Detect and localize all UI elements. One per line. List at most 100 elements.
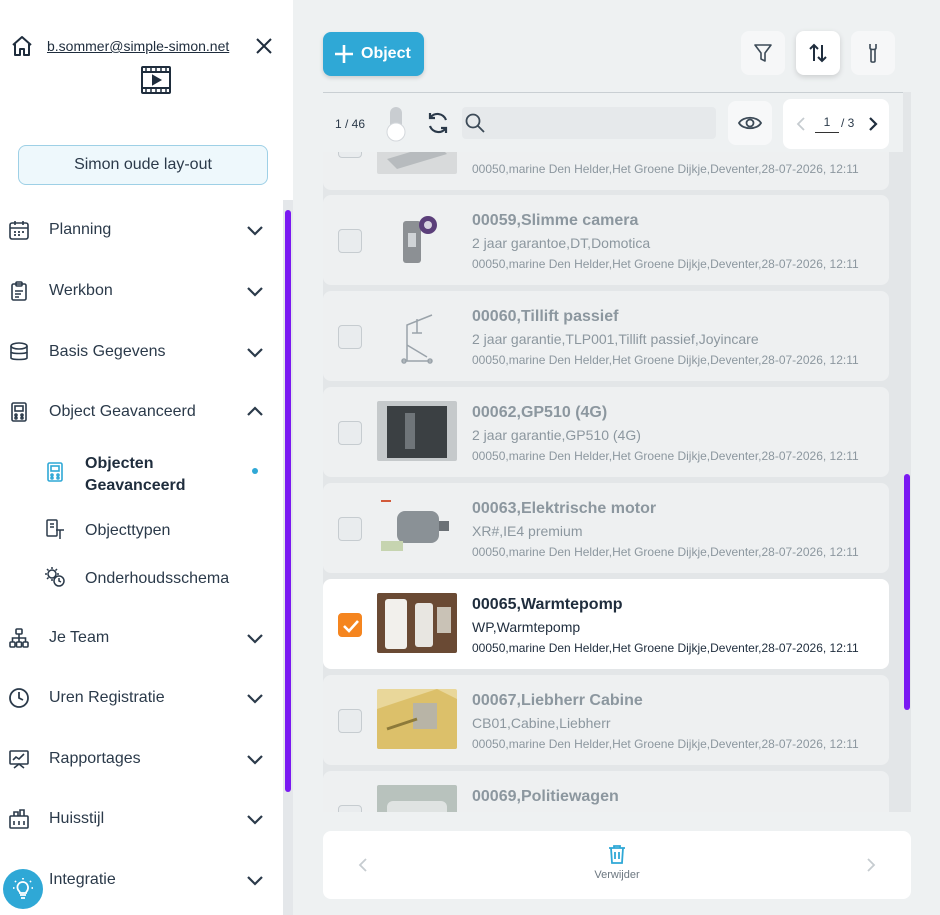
list-item[interactable]: 00059,Slimme camera 2 jaar garantoe,DT,D… bbox=[323, 195, 889, 285]
object-icon bbox=[47, 462, 63, 482]
row-subtitle: 2 jaar garantie,TLP001,Tillift passief,J… bbox=[472, 331, 759, 347]
sidebar-item-label: Huisstijl bbox=[49, 810, 105, 827]
row-checkbox[interactable] bbox=[338, 325, 362, 349]
calendar-icon bbox=[9, 221, 29, 240]
object-thumbnail bbox=[377, 209, 457, 269]
sidebar-scrollbar[interactable] bbox=[283, 200, 293, 915]
sidebar-item-uren-registratie[interactable]: Uren Registratie bbox=[0, 678, 283, 718]
row-title: 00059,Slimme camera bbox=[472, 212, 639, 229]
search-icon bbox=[465, 113, 485, 133]
sidebar-item-planning[interactable]: Planning bbox=[0, 210, 283, 250]
sidebar-item-je-team[interactable]: Je Team bbox=[0, 618, 283, 658]
list-item[interactable]: 00063,Elektrische motor XR#,IE4 premium … bbox=[323, 483, 889, 573]
user-email-link[interactable]: b.sommer@simple-simon.net bbox=[47, 38, 229, 54]
tools-button[interactable] bbox=[851, 31, 895, 75]
list-item[interactable]: 00069,Politiewagen bbox=[323, 771, 889, 812]
video-icon[interactable] bbox=[140, 64, 172, 96]
row-subtitle: XR#,IE4 premium bbox=[472, 523, 583, 539]
chevron-left-icon[interactable] bbox=[793, 114, 809, 134]
database-icon bbox=[10, 342, 28, 361]
help-button[interactable] bbox=[3, 869, 43, 909]
object-list-panel: 1 / 46 1 / 3 00050,marine Den Helder,Het… bbox=[323, 92, 911, 812]
search-input[interactable] bbox=[462, 107, 716, 139]
row-meta: 00050,marine Den Helder,Het Groene Dijkj… bbox=[472, 545, 859, 559]
clock-icon bbox=[9, 688, 29, 708]
select-all-toggle[interactable] bbox=[386, 107, 406, 143]
row-checkbox[interactable] bbox=[338, 709, 362, 733]
maintenance-schedule-icon bbox=[45, 567, 65, 587]
sidebar-subitem-label: Objecten Geavanceerd bbox=[85, 455, 186, 494]
row-title: 00065,Warmtepomp bbox=[472, 596, 623, 613]
sidebar-header: b.sommer@simple-simon.net Simon oude lay… bbox=[0, 0, 293, 200]
action-bar: Verwijder bbox=[323, 831, 911, 899]
wrench-icon bbox=[869, 44, 877, 63]
filter-button[interactable] bbox=[741, 31, 785, 75]
row-title: 00062,GP510 (4G) bbox=[472, 404, 608, 421]
object-icon bbox=[11, 402, 27, 422]
chevron-down-icon bbox=[247, 226, 263, 236]
refresh-icon[interactable] bbox=[425, 110, 451, 136]
close-icon[interactable] bbox=[252, 34, 276, 58]
delete-button[interactable]: Verwijder bbox=[585, 843, 649, 889]
sidebar-subitem-onderhoudsschema[interactable]: Onderhoudsschema bbox=[40, 566, 280, 590]
list-item[interactable]: 00050,marine Den Helder,Het Groene Dijkj… bbox=[323, 152, 889, 190]
lightbulb-icon bbox=[13, 878, 33, 899]
chevron-down-icon bbox=[247, 694, 263, 704]
filter-icon bbox=[754, 44, 772, 62]
row-checkbox[interactable] bbox=[338, 152, 362, 158]
sort-button[interactable] bbox=[796, 31, 840, 75]
sidebar-subitem-objecttypen[interactable]: Objecttypen bbox=[40, 518, 280, 542]
plus-icon bbox=[335, 45, 353, 63]
chevron-down-icon bbox=[247, 815, 263, 825]
sidebar-item-label: Integratie bbox=[49, 871, 116, 888]
row-checkbox[interactable] bbox=[338, 517, 362, 541]
delete-label: Verwijder bbox=[594, 869, 640, 881]
sidebar-item-basis-gegevens[interactable]: Basis Gegevens bbox=[0, 332, 283, 372]
visibility-button[interactable] bbox=[728, 101, 772, 145]
selection-count: 1 / 46 bbox=[335, 117, 366, 131]
list-item[interactable]: 00067,Liebherr Cabine CB01,Cabine,Liebhe… bbox=[323, 675, 889, 765]
row-checkbox[interactable] bbox=[338, 229, 362, 253]
row-meta: 00050,marine Den Helder,Het Groene Dijkj… bbox=[472, 257, 859, 271]
object-list: 00050,marine Den Helder,Het Groene Dijkj… bbox=[323, 152, 903, 812]
row-meta: 00050,marine Den Helder,Het Groene Dijkj… bbox=[472, 737, 859, 751]
home-icon[interactable] bbox=[10, 34, 34, 58]
trash-icon bbox=[609, 845, 625, 864]
chevron-left-icon[interactable] bbox=[355, 855, 371, 875]
sidebar-menu: Planning Werkbon Basis Gegevens Object G… bbox=[0, 200, 283, 915]
sidebar-item-rapportages[interactable]: Rapportages bbox=[0, 739, 283, 779]
row-meta: 00050,marine Den Helder,Het Groene Dijkj… bbox=[472, 641, 859, 655]
sidebar-scrollbar-thumb[interactable] bbox=[285, 210, 291, 792]
list-scrollbar-thumb[interactable] bbox=[904, 474, 910, 710]
list-scrollbar[interactable] bbox=[903, 92, 911, 812]
sidebar-subitem-objecten-geavanceerd[interactable]: Objecten Geavanceerd bbox=[40, 451, 280, 495]
row-subtitle: 2 jaar garantie,GP510 (4G) bbox=[472, 427, 641, 443]
add-object-label: Object bbox=[361, 45, 411, 62]
active-indicator bbox=[252, 468, 258, 474]
object-type-icon bbox=[46, 519, 64, 539]
row-meta: 00050,marine Den Helder,Het Groene Dijkj… bbox=[472, 449, 859, 463]
sidebar-item-huisstijl[interactable]: Huisstijl bbox=[0, 799, 283, 839]
page-input[interactable]: 1 bbox=[815, 115, 839, 133]
sidebar-item-label: Uren Registratie bbox=[49, 689, 165, 706]
list-item[interactable]: 00060,Tillift passief 2 jaar garantie,TL… bbox=[323, 291, 889, 381]
row-checkbox[interactable] bbox=[338, 805, 362, 812]
style-icon bbox=[9, 809, 29, 829]
old-layout-button[interactable]: Simon oude lay-out bbox=[18, 145, 268, 185]
add-object-button[interactable]: Object bbox=[323, 32, 424, 76]
list-item-selected[interactable]: 00065,Warmtepomp WP,Warmtepomp 00050,mar… bbox=[323, 579, 889, 669]
sidebar: b.sommer@simple-simon.net Simon oude lay… bbox=[0, 0, 293, 915]
chevron-up-icon bbox=[247, 406, 263, 416]
pagination: 1 / 3 bbox=[783, 99, 889, 149]
sidebar-item-integratie[interactable]: Integratie bbox=[0, 860, 283, 900]
row-checkbox[interactable] bbox=[338, 421, 362, 445]
list-item[interactable]: 00062,GP510 (4G) 2 jaar garantie,GP510 (… bbox=[323, 387, 889, 477]
sidebar-item-object-geavanceerd[interactable]: Object Geavanceerd bbox=[0, 392, 283, 432]
clipboard-icon bbox=[11, 281, 27, 301]
row-checkbox-checked[interactable] bbox=[338, 613, 362, 637]
sidebar-item-werkbon[interactable]: Werkbon bbox=[0, 271, 283, 311]
list-toolbar: 1 / 46 1 / 3 bbox=[323, 92, 911, 152]
chevron-right-icon[interactable] bbox=[863, 855, 879, 875]
chevron-right-icon[interactable] bbox=[865, 114, 881, 134]
sidebar-item-label: Werkbon bbox=[49, 282, 113, 299]
